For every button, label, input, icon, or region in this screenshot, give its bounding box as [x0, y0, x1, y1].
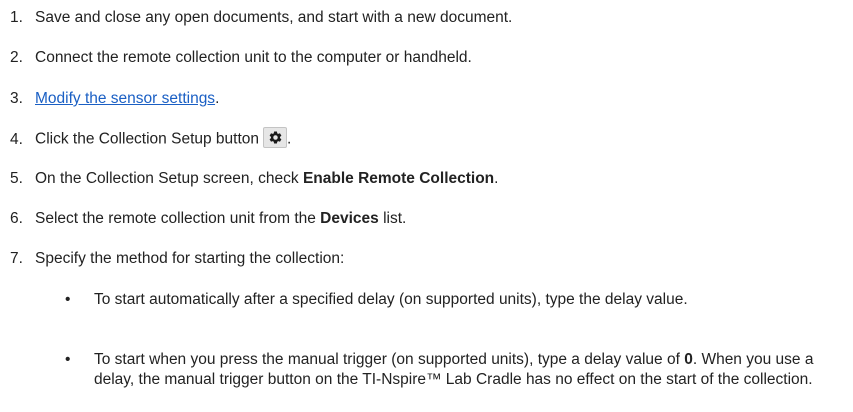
delay-zero-value: 0 — [684, 351, 693, 368]
step-number: 2. — [10, 49, 23, 66]
bullet-text-start: To start when you press the manual trigg… — [94, 351, 685, 368]
step-6: 6. Select the remote collection unit from… — [10, 209, 406, 229]
step-number: 1. — [10, 9, 23, 26]
instructions-document: 1. Save and close any open documents, and… — [0, 0, 853, 412]
step-text-end: list. — [378, 210, 407, 227]
step-5: 5. On the Collection Setup screen, check … — [10, 169, 498, 189]
bullet-text: To start when you press the manual trigg… — [94, 350, 834, 390]
bullet-text: To start automatically after a specified… — [94, 291, 688, 308]
step-text: Select the remote collection unit from t… — [35, 210, 321, 227]
devices-label: Devices — [320, 210, 379, 227]
enable-remote-collection-label: Enable Remote Collection — [302, 170, 495, 187]
step-text-end: . — [287, 130, 292, 148]
step-text: Specify the method for starting the coll… — [35, 250, 345, 267]
step-text: Click the Collection Setup button — [35, 130, 260, 148]
step-number: 5. — [10, 170, 23, 187]
gear-icon — [269, 131, 281, 144]
collection-setup-button[interactable] — [263, 127, 288, 148]
step-number: 6. — [10, 210, 23, 227]
step-text: On the Collection Setup screen, check — [35, 170, 303, 187]
step-text-end: . — [215, 90, 220, 107]
step-1: 1. Save and close any open documents, and… — [10, 8, 512, 28]
step-number: 7. — [10, 250, 23, 267]
step-7: 7. Specify the method for starting the co… — [10, 249, 344, 269]
step-4: 4. Click the Collection Setup button. — [10, 127, 292, 150]
bullet-symbol: • — [65, 351, 71, 368]
step-number: 3. — [10, 90, 23, 107]
step-text-end: . — [494, 170, 499, 187]
modify-sensor-settings-link[interactable]: Modify the sensor settings — [35, 90, 215, 107]
step-text: Connect the remote collection unit to th… — [35, 49, 472, 66]
step-2: 2. Connect the remote collection unit to … — [10, 48, 472, 68]
step-number: 4. — [10, 130, 23, 148]
step-3: 3. Modify the sensor settings. — [10, 89, 219, 109]
bullet-symbol: • — [65, 291, 71, 308]
step-text: Save and close any open documents, and s… — [35, 9, 513, 26]
